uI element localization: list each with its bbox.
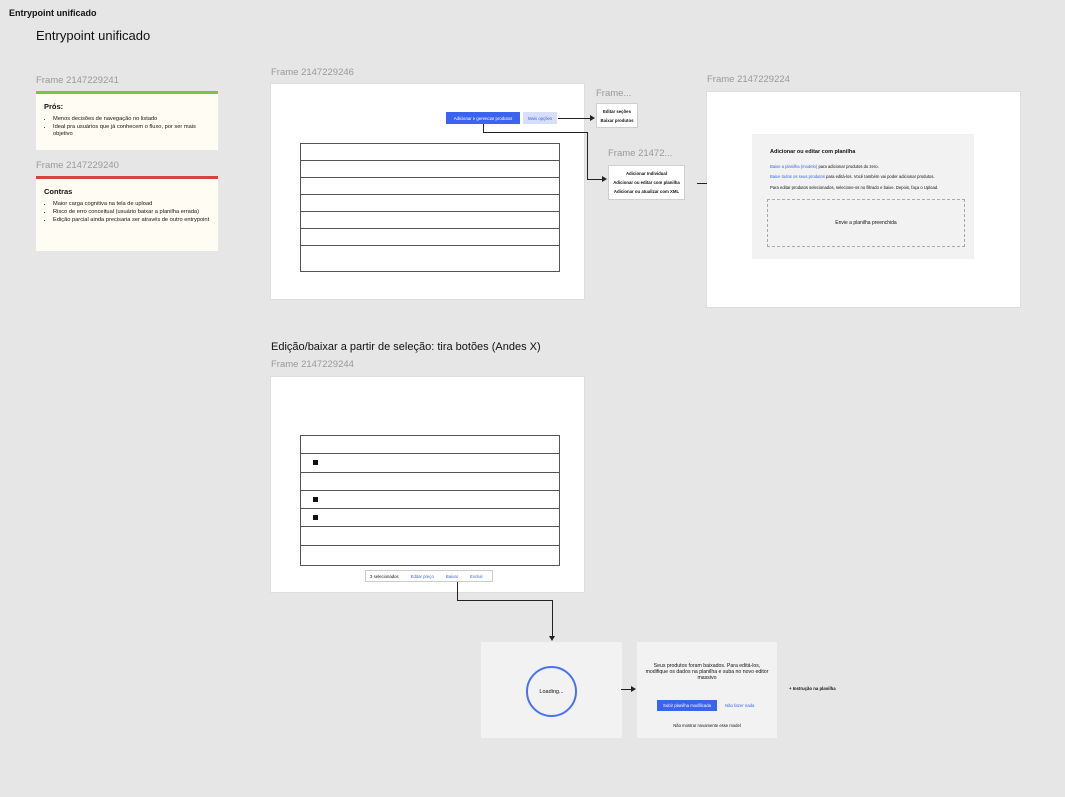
section-title: Entrypoint unificado (36, 28, 151, 43)
upload-frame: Adicionar ou editar com planilha Baixe a… (707, 92, 1020, 307)
download-all-line: Baixe todos os seus produtos para editá-… (770, 174, 935, 179)
connector-line (621, 689, 631, 690)
dont-show-again[interactable]: Não mostrar novamente esse model (637, 723, 777, 728)
add-menu: Adicionar Individual Adicionar ou editar… (608, 165, 685, 200)
arrow-right-icon (590, 115, 595, 121)
cons-title: Contras (44, 187, 73, 196)
selected-count: 3 selecionados (370, 573, 399, 579)
upload-modified-button[interactable]: Subir planilha modificada (657, 700, 717, 711)
frame246-label: Frame 2147229246 (271, 67, 354, 78)
connector-line (587, 132, 588, 179)
listing-frame: Adicionar e gerenciar produtos Mais opçõ… (271, 84, 584, 299)
selection-frame: 3 selecionados Editar preço Baixar Exclu… (271, 377, 584, 592)
menu-item-edit-sections[interactable]: Editar seções (597, 107, 637, 116)
connector-line (552, 600, 553, 636)
table-row[interactable] (301, 454, 559, 473)
annotation-note: + Instrução na planilha (789, 686, 836, 691)
menu-item-add-xml[interactable]: Adicionar ou atualizar com XML (609, 187, 684, 196)
upload-dropzone[interactable]: Envie a planilha preenchida (767, 199, 965, 247)
cons-item: Maior carga cognitiva na tela de upload (53, 201, 212, 208)
loading-frame: Loading... (481, 642, 622, 738)
checkbox-checked[interactable] (313, 496, 318, 502)
connector-line (483, 124, 484, 132)
result-message: Seus produtos foram baixados. Para editá… (645, 663, 769, 681)
cons-item: Edição parcial ainda precisaria ser atra… (53, 217, 212, 224)
download-template-text: para adicionar produtos do zero. (818, 164, 879, 169)
pros-frame-label: Frame 2147229241 (36, 75, 119, 86)
menu-item-add-spreadsheet[interactable]: Adicionar ou editar com planilha (609, 178, 684, 187)
loading-spinner: Loading... (526, 666, 577, 717)
edit-price-button[interactable]: Editar preço (411, 574, 434, 579)
table-row[interactable] (301, 161, 559, 178)
do-nothing-button[interactable]: Não fazer nada (725, 703, 754, 708)
section2-title: Edição/baixar a partir de seleção: tira … (271, 341, 541, 353)
pros-note: Prós: Menos decisões de navegação no lis… (36, 91, 218, 150)
checkbox-checked[interactable] (313, 515, 318, 521)
table-row[interactable] (301, 491, 559, 510)
table-row[interactable] (301, 509, 559, 528)
arrow-right-icon (602, 176, 607, 182)
upload-card: Adicionar ou editar com planilha Baixe a… (752, 134, 974, 259)
add-manage-products-button[interactable]: Adicionar e gerenciar produtos (446, 112, 520, 124)
table-row[interactable] (301, 229, 559, 246)
products-table (300, 143, 560, 272)
selected-instructions: Para editar produtos selecionados, selec… (770, 185, 939, 190)
table-row[interactable] (301, 246, 559, 263)
pros-item: Menos decisões de navegação no listado (53, 116, 212, 123)
download-template-link[interactable]: Baixe a planilha (modelo) (770, 164, 817, 169)
menu-more-label: Frame... (596, 88, 632, 99)
download-template-line: Baixe a planilha (modelo) para adicionar… (770, 164, 879, 169)
table-row[interactable] (301, 436, 559, 455)
delete-button[interactable]: Excluir (470, 574, 483, 579)
pros-item: Ideal pra usuários que já conhecem o flu… (53, 124, 212, 138)
frame224-label: Frame 2147229224 (707, 74, 790, 85)
connector-line (457, 600, 552, 601)
cons-frame-label: Frame 2147229240 (36, 160, 119, 171)
arrow-right-icon (631, 686, 636, 692)
result-modal: Seus produtos foram baixados. Para editá… (637, 642, 777, 738)
pros-title: Prós: (44, 102, 64, 111)
frame244-label: Frame 2147229244 (271, 359, 354, 370)
menu-add-label: Frame 21472... (608, 148, 673, 159)
table-row[interactable] (301, 212, 559, 229)
selection-action-bar: 3 selecionados Editar preço Baixar Exclu… (365, 570, 493, 582)
dropzone-label: Envie a planilha preenchida (835, 220, 897, 226)
download-all-link[interactable]: Baixe todos os seus produtos (770, 174, 825, 179)
cons-note: Contras Maior carga cognitiva na tela de… (36, 176, 218, 251)
download-all-text: para editá-los. Você também vai poder ad… (826, 174, 935, 179)
menu-item-download-products[interactable]: Baixar produtos (597, 116, 637, 125)
arrow-down-icon (549, 636, 555, 641)
table-row[interactable] (301, 546, 559, 564)
more-options-button[interactable]: Mais opções (523, 112, 557, 124)
checkbox-checked[interactable] (313, 460, 318, 466)
connector-line (587, 179, 602, 180)
selection-table (300, 435, 560, 566)
connector-line (558, 118, 590, 119)
table-row[interactable] (301, 195, 559, 212)
upload-title: Adicionar ou editar com planilha (770, 149, 856, 155)
download-button[interactable]: Baixar (446, 574, 458, 579)
cons-item: Risco de erro conceitual (usuário baixar… (53, 209, 212, 216)
connector-line (483, 132, 587, 133)
table-row[interactable] (301, 178, 559, 195)
connector-line (457, 582, 458, 600)
table-row[interactable] (301, 473, 559, 491)
menu-item-add-individual[interactable]: Adicionar Individual (609, 169, 684, 178)
table-row[interactable] (301, 144, 559, 161)
more-options-menu: Editar seções Baixar produtos (596, 103, 638, 128)
table-row[interactable] (301, 527, 559, 546)
loading-text: Loading... (539, 688, 564, 695)
page-label: Entrypoint unificado (9, 8, 97, 18)
